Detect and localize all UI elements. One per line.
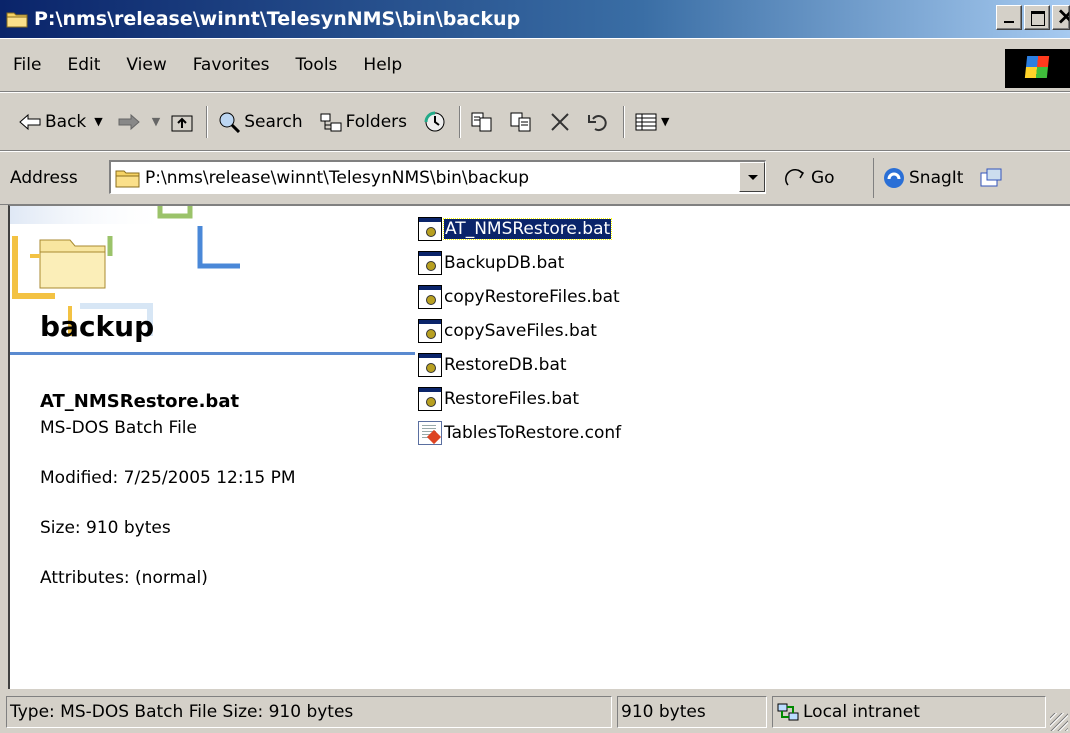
back-label: Back: [45, 111, 87, 132]
selected-file-attributes: Attributes: (normal): [40, 568, 208, 588]
file-name: copySaveFiles.bat: [444, 321, 597, 341]
menu-favorites[interactable]: Favorites: [180, 55, 283, 75]
search-button[interactable]: Search: [217, 111, 303, 133]
selected-file-name: AT_NMSRestore.bat: [40, 391, 240, 412]
back-button[interactable]: Back ▼: [18, 111, 103, 133]
forward-button[interactable]: ▼: [117, 111, 160, 133]
window-title: P:\nms\release\winnt\TelesynNMS\bin\back…: [34, 8, 521, 30]
menu-tools[interactable]: Tools: [283, 55, 351, 75]
chevron-down-icon: ▼: [94, 115, 103, 128]
file-item[interactable]: RestoreFiles.bat: [418, 382, 621, 416]
status-size: 910 bytes: [617, 696, 767, 728]
up-folder-button[interactable]: [170, 111, 197, 133]
title-bar[interactable]: P:\nms\release\winnt\TelesynNMS\bin\back…: [0, 0, 1070, 38]
snagit-label: SnagIt: [909, 168, 964, 188]
snagit-capture-icon[interactable]: [979, 167, 1003, 189]
close-button[interactable]: [1052, 5, 1070, 30]
zone-label: Local intranet: [803, 702, 920, 722]
status-zone: Local intranet: [772, 696, 1046, 728]
selected-file-type: MS-DOS Batch File: [40, 418, 197, 438]
go-label: Go: [811, 168, 835, 188]
undo-icon: [587, 111, 611, 133]
toolbar-separator: [623, 105, 626, 138]
delete-icon: [548, 111, 572, 133]
file-name: TablesToRestore.conf: [444, 423, 622, 443]
search-label: Search: [244, 111, 303, 132]
file-name: RestoreDB.bat: [444, 355, 567, 375]
go-button[interactable]: Go: [784, 167, 835, 189]
chevron-down-icon: ▼: [151, 115, 161, 128]
up-folder-icon: [170, 111, 194, 133]
delete-button[interactable]: [548, 111, 575, 133]
views-button[interactable]: ▼: [634, 111, 670, 133]
menu-help[interactable]: Help: [350, 55, 415, 75]
folder-title: backup: [40, 310, 155, 343]
search-icon: [217, 111, 241, 133]
copy-to-icon: [509, 111, 533, 133]
forward-arrow-icon: [117, 111, 141, 133]
menu-file[interactable]: File: [0, 55, 54, 75]
folder-icon: [115, 168, 141, 188]
batch-file-icon: [418, 387, 442, 411]
batch-file-icon: [418, 319, 442, 343]
folders-button[interactable]: Folders: [319, 111, 407, 133]
file-item[interactable]: TablesToRestore.conf: [418, 416, 621, 450]
go-arrow-icon: [784, 167, 808, 189]
file-item[interactable]: RestoreDB.bat: [418, 348, 621, 382]
toolbar-separator: [206, 105, 209, 138]
file-item[interactable]: copyRestoreFiles.bat: [418, 280, 621, 314]
folder-icon: [6, 10, 28, 28]
address-input[interactable]: P:\nms\release\winnt\TelesynNMS\bin\back…: [109, 160, 766, 194]
status-bar: Type: MS-DOS Batch File Size: 910 bytes …: [0, 689, 1070, 733]
webview-pane: backup AT_NMSRestore.bat MS-DOS Batch Fi…: [10, 206, 415, 689]
config-file-icon: [418, 421, 442, 445]
address-path: P:\nms\release\winnt\TelesynNMS\bin\back…: [145, 167, 530, 188]
menu-view[interactable]: View: [113, 55, 179, 75]
snagit-button[interactable]: SnagIt: [873, 158, 1006, 198]
file-name: copyRestoreFiles.bat: [444, 287, 620, 307]
history-icon: [423, 111, 447, 133]
status-info: Type: MS-DOS Batch File Size: 910 bytes: [6, 696, 612, 728]
file-item[interactable]: BackupDB.bat: [418, 246, 621, 280]
batch-file-icon: [418, 251, 442, 275]
windows-logo-icon: [1005, 49, 1070, 88]
menu-edit[interactable]: Edit: [54, 55, 113, 75]
move-to-button[interactable]: [470, 111, 497, 133]
minimize-button[interactable]: [996, 5, 1022, 30]
chevron-down-icon: ▼: [661, 115, 670, 128]
folders-icon: [319, 111, 343, 133]
menu-bar: File Edit View Favorites Tools Help: [0, 38, 1070, 92]
intranet-icon: [776, 701, 800, 723]
address-dropdown-button[interactable]: [739, 162, 765, 192]
file-name: RestoreFiles.bat: [444, 389, 580, 409]
toolbar-separator: [459, 105, 462, 138]
toolbar: Back ▼ ▼ Search Folders ▼: [0, 92, 1070, 151]
views-icon: [634, 111, 658, 133]
copy-to-button[interactable]: [509, 111, 536, 133]
divider: [10, 352, 415, 355]
file-name: AT_NMSRestore.bat: [442, 218, 613, 240]
folders-label: Folders: [345, 111, 408, 132]
move-to-icon: [470, 111, 494, 133]
resize-grip[interactable]: [1050, 713, 1068, 731]
file-list: AT_NMSRestore.bat BackupDB.bat copyResto…: [418, 212, 621, 450]
file-name: BackupDB.bat: [444, 253, 565, 273]
history-button[interactable]: [423, 111, 450, 133]
snagit-icon: [882, 167, 906, 189]
batch-file-icon: [418, 285, 442, 309]
address-bar: Address P:\nms\release\winnt\TelesynNMS\…: [0, 151, 1070, 205]
batch-file-icon: [418, 217, 442, 241]
file-item[interactable]: copySaveFiles.bat: [418, 314, 621, 348]
file-item[interactable]: AT_NMSRestore.bat: [418, 212, 621, 246]
folder-view: backup AT_NMSRestore.bat MS-DOS Batch Fi…: [8, 205, 1070, 689]
maximize-button[interactable]: [1024, 5, 1050, 30]
address-label: Address: [10, 168, 78, 188]
back-arrow-icon: [18, 111, 42, 133]
selected-file-size: Size: 910 bytes: [40, 518, 171, 538]
undo-button[interactable]: [587, 111, 614, 133]
selected-file-modified: Modified: 7/25/2005 12:15 PM: [40, 468, 296, 488]
batch-file-icon: [418, 353, 442, 377]
